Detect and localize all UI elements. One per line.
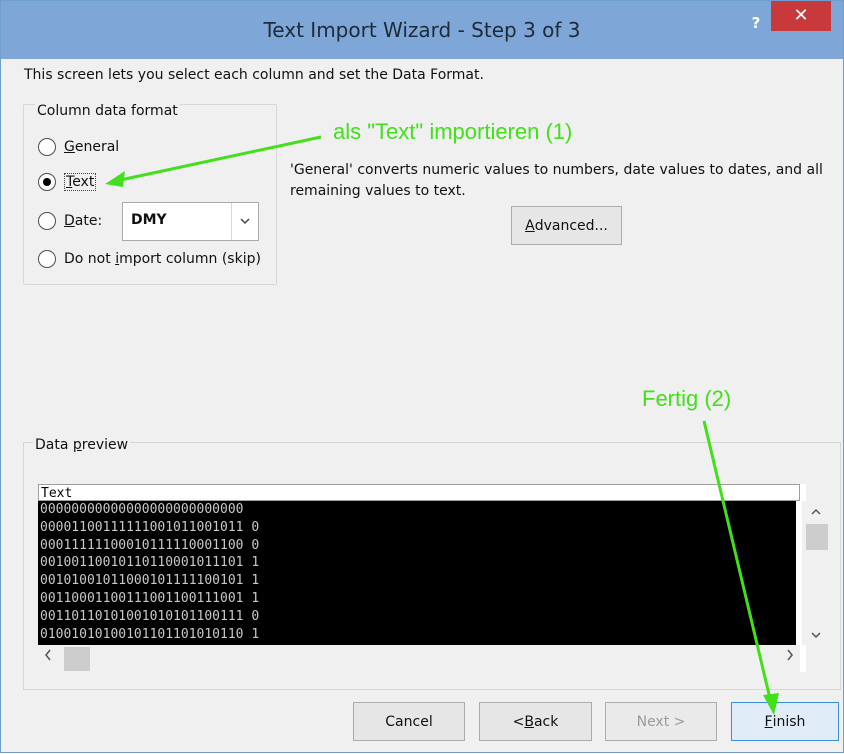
finish-label-rest: inish [772,713,806,730]
preview-legend-mnemonic: p [72,437,82,453]
radio-general[interactable]: General [38,138,119,156]
date-format-value: DMY [131,212,167,228]
advanced-label-rest: dvanced... [534,217,608,234]
text-import-wizard-dialog: Text Import Wizard - Step 3 of 3 ? ✕ Thi… [0,0,844,753]
radio-general-label: General [64,139,119,155]
radio-text-label-rest: ext [72,174,95,190]
radio-circle-text[interactable] [38,173,56,191]
radio-date-mnemonic: D [64,213,75,229]
preview-row: 00011111100010111110001100 0 [40,537,260,553]
horizontal-scrollbar[interactable] [38,645,800,673]
radio-date-label: Date: [64,213,102,229]
chevron-right-icon[interactable] [787,649,794,665]
preview-row: 00001100111111001011001011 0 [40,519,260,535]
vertical-scrollbar[interactable] [802,501,830,645]
chevron-down-icon[interactable] [802,627,830,643]
chevron-left-icon[interactable] [44,649,51,665]
date-format-select[interactable]: DMY [122,202,259,241]
radio-skip[interactable]: Do not import column (skip) [38,250,261,268]
back-label-b: ack [533,713,559,730]
advanced-button[interactable]: Advanced... [511,206,622,245]
radio-circle-skip[interactable] [38,250,56,268]
format-description: 'General' converts numeric values to num… [290,162,823,199]
preview-column-header[interactable]: Text [38,484,800,501]
next-button[interactable]: Next > [605,702,717,741]
radio-circle-general[interactable] [38,138,56,156]
horizontal-scroll-thumb[interactable] [64,647,90,671]
chevron-up-icon[interactable] [802,503,830,519]
help-button[interactable]: ? [743,11,769,35]
preview-legend-a: Data [35,437,73,453]
advanced-mnemonic: A [525,217,535,234]
preview-row: 00100110010110110001011101 1 [40,555,260,571]
radio-skip-label: Do not import column (skip) [64,251,261,267]
back-button[interactable]: < Back [479,702,592,741]
cancel-button[interactable]: Cancel [353,702,465,741]
column-format-legend: Column data format [35,103,180,119]
radio-skip-label-a: Do not [64,251,116,267]
annotation-text-import: als "Text" importieren (1) [333,119,573,144]
preview-row: 00110110101001010101100111 0 [40,608,260,624]
chevron-down-icon[interactable] [231,203,258,240]
radio-circle-date[interactable] [38,212,56,230]
radio-date[interactable]: Date: [38,212,102,230]
preview-row: 00000000000000000000000000 [40,502,244,517]
vertical-scroll-thumb[interactable] [806,524,828,550]
radio-date-label-rest: ate: [74,213,103,229]
preview-row: 00110001100111001100111001 1 [40,590,260,606]
close-button[interactable]: ✕ [771,1,831,31]
preview-row: 00101001011000101111100101 1 [40,573,260,589]
radio-text-label: Text [64,173,97,191]
finish-mnemonic: F [764,713,773,730]
back-mnemonic: B [524,713,534,730]
data-preview-legend: Data preview [33,437,131,453]
preview-legend-b: review [81,437,129,453]
preview-grid-body[interactable]: 00000000000000000000000000 0000110011111… [38,501,796,645]
preview-row: 01001010100101101101010110 1 [40,626,260,642]
radio-selected-dot [43,178,51,186]
radio-skip-label-b: mport column (skip) [119,251,261,267]
radio-general-mnemonic: G [64,139,75,155]
finish-button[interactable]: Finish [731,702,839,741]
annotation-finish: Fertig (2) [642,386,732,411]
window-title: Text Import Wizard - Step 3 of 3 [263,18,581,42]
intro-text: This screen lets you select each column … [24,67,484,83]
radio-general-label-rest: eneral [74,139,120,155]
back-label-a: < [512,713,525,730]
radio-text[interactable]: Text [38,173,97,191]
